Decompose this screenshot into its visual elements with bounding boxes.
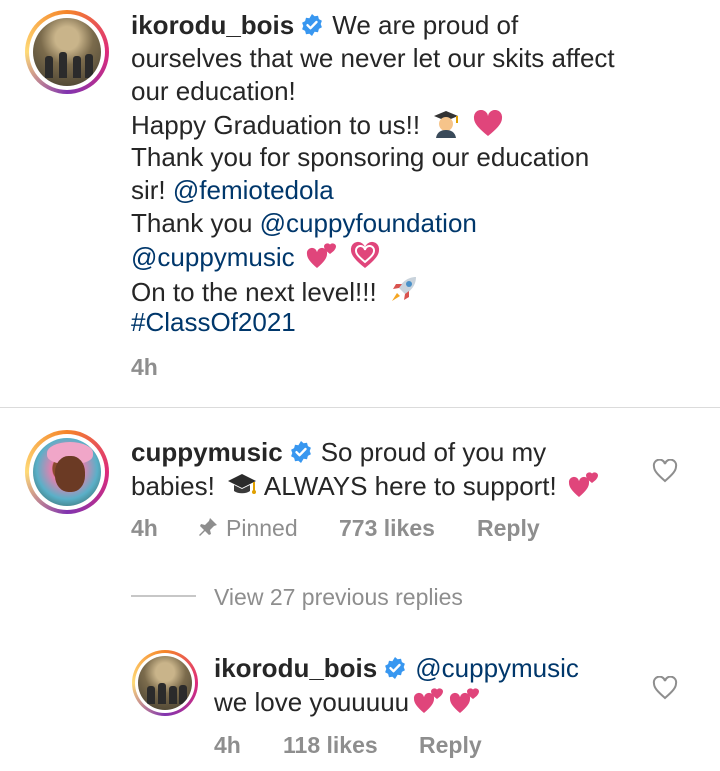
reply-line-1: ikorodu_bois @cuppymusic — [214, 652, 579, 685]
graduate-emoji-icon — [434, 111, 459, 138]
view-replies-line — [131, 595, 196, 597]
caption-line-8: @cuppymusic — [131, 240, 381, 274]
rocket-emoji-icon — [391, 277, 416, 301]
comment-time: 4h — [131, 515, 158, 541]
pin-icon — [199, 518, 217, 536]
verified-badge-icon — [302, 14, 323, 36]
caption-line-4: Happy Graduation to us!! — [131, 108, 503, 142]
reply-time: 4h — [214, 732, 241, 758]
caption-username[interactable]: ikorodu_bois — [131, 10, 294, 40]
like-heart-icon[interactable] — [652, 459, 678, 483]
caption-line-6: sir! @femiotedola — [131, 175, 334, 205]
avatar-ikorodu-bois[interactable] — [25, 10, 109, 94]
comment-line-1: cuppymusic So proud of you my — [131, 437, 547, 467]
mention-femiotedola[interactable]: @femiotedola — [173, 175, 334, 205]
graduation-cap-emoji-icon — [228, 474, 257, 494]
mention-cuppyfoundation[interactable]: @cuppyfoundation — [260, 208, 477, 238]
avatar-ikorodu-bois-reply[interactable] — [132, 650, 198, 716]
caption-line-1: ikorodu_bois We are proud of — [131, 10, 519, 40]
two-hearts-emoji-icon — [568, 472, 598, 497]
heart-emoji-icon — [473, 110, 502, 136]
like-heart-icon[interactable] — [652, 676, 678, 700]
comment-likes[interactable]: 773 likes — [339, 515, 435, 542]
mention-cuppymusic[interactable]: @cuppymusic — [131, 242, 295, 272]
comment-reply-button[interactable]: Reply — [477, 515, 540, 542]
avatar-cuppymusic[interactable] — [25, 430, 109, 514]
caption-line-2: ourselves that we never let our skits af… — [131, 43, 615, 73]
two-hearts-emoji-icon — [414, 688, 444, 713]
caption-line-7: Thank you @cuppyfoundation — [131, 208, 477, 238]
section-divider — [0, 407, 720, 408]
verified-badge-icon — [385, 657, 406, 679]
caption-line-9: On to the next level!!! — [131, 273, 420, 309]
verified-badge-icon — [290, 441, 311, 463]
hashtag-classof2021[interactable]: #ClassOf2021 — [131, 306, 296, 339]
caption-time: 4h — [131, 354, 158, 380]
reply-likes[interactable]: 118 likes — [283, 732, 378, 759]
reply-mention-cuppymusic[interactable]: @cuppymusic — [415, 653, 579, 683]
comment-line-2: babies! ALWAYS here to support! — [131, 469, 600, 503]
view-previous-replies[interactable]: View 27 previous replies — [214, 584, 463, 611]
reply-reply-button[interactable]: Reply — [419, 732, 482, 759]
reply-username[interactable]: ikorodu_bois — [214, 653, 377, 683]
comment-username[interactable]: cuppymusic — [131, 437, 283, 467]
reply-line-2: we love youuuuu — [214, 685, 481, 719]
caption-line-5: Thank you for sponsoring our education — [131, 142, 590, 172]
two-hearts-emoji-icon — [306, 243, 336, 268]
sparkling-heart-emoji-icon — [351, 241, 380, 268]
two-hearts-emoji-icon — [450, 688, 480, 713]
caption-line-3: our education! — [131, 76, 296, 106]
comment-pinned: Pinned — [226, 515, 298, 541]
